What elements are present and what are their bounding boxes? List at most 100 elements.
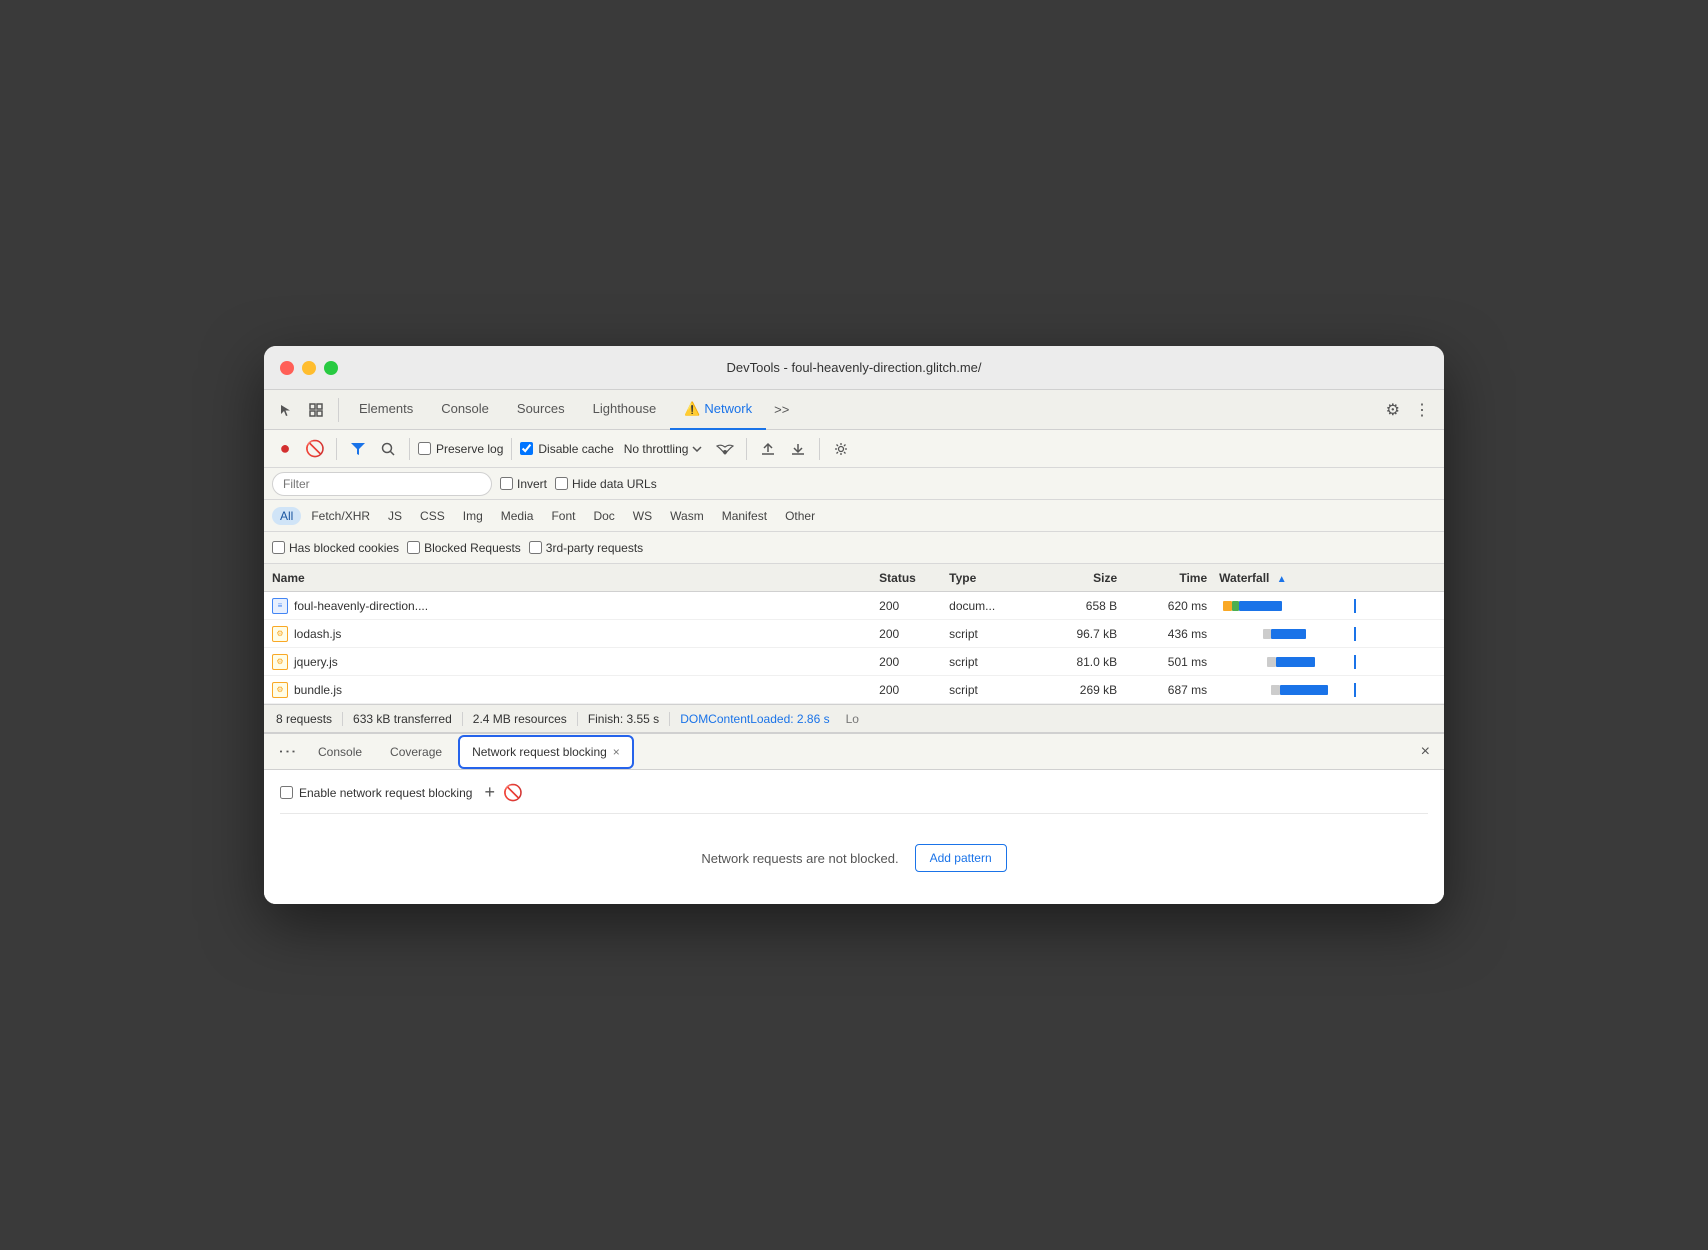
type-img[interactable]: Img <box>455 507 491 525</box>
status-bar: 8 requests 633 kB transferred 2.4 MB res… <box>264 704 1444 732</box>
settings-icon[interactable]: ⚙ <box>1378 400 1408 420</box>
col-header-size[interactable]: Size <box>1039 571 1129 585</box>
hide-data-urls-checkbox[interactable] <box>555 477 568 490</box>
type-wasm[interactable]: Wasm <box>662 507 712 525</box>
col-header-waterfall[interactable]: Waterfall ▲ <box>1219 571 1436 585</box>
preserve-log-label[interactable]: Preserve log <box>418 442 503 456</box>
clear-button[interactable]: 🚫 <box>302 436 328 462</box>
type-ws[interactable]: WS <box>625 507 660 525</box>
third-party-label[interactable]: 3rd-party requests <box>529 541 643 555</box>
table-row[interactable]: ≡ foul-heavenly-direction.... 200 docum.… <box>264 592 1444 620</box>
requests-count: 8 requests <box>272 712 343 726</box>
tab-elements[interactable]: Elements <box>345 390 427 430</box>
inspect-icon[interactable] <box>302 396 330 424</box>
col-header-status[interactable]: Status <box>879 571 949 585</box>
table-row[interactable]: ⚙ lodash.js 200 script 96.7 kB 436 ms <box>264 620 1444 648</box>
enable-blocking-checkbox[interactable] <box>280 786 293 799</box>
wf-bar-download <box>1271 629 1306 639</box>
type-media[interactable]: Media <box>493 507 542 525</box>
network-conditions-icon[interactable] <box>712 436 738 462</box>
add-pattern-button[interactable]: Add pattern <box>915 844 1007 872</box>
waterfall-bars <box>1219 683 1436 697</box>
row-waterfall <box>1219 683 1436 697</box>
invert-label[interactable]: Invert <box>500 477 547 491</box>
hide-data-urls-label[interactable]: Hide data URLs <box>555 477 657 491</box>
col-header-type[interactable]: Type <box>949 571 1039 585</box>
type-fetch-xhr[interactable]: Fetch/XHR <box>303 507 378 525</box>
titlebar: DevTools - foul-heavenly-direction.glitc… <box>264 346 1444 390</box>
invert-checkbox[interactable] <box>500 477 513 490</box>
table-row[interactable]: ⚙ jquery.js 200 script 81.0 kB 501 ms <box>264 648 1444 676</box>
type-all[interactable]: All <box>272 507 301 525</box>
blocking-empty-state: Network requests are not blocked. Add pa… <box>280 824 1428 892</box>
throttle-select[interactable]: No throttling <box>618 440 709 458</box>
dom-content-loaded: DOMContentLoaded: 2.86 s <box>670 712 839 726</box>
devtools-window: DevTools - foul-heavenly-direction.glitc… <box>264 346 1444 904</box>
drawer-tab-close-icon[interactable]: × <box>613 745 620 759</box>
search-button[interactable] <box>375 436 401 462</box>
row-name: ⚙ jquery.js <box>272 654 879 670</box>
tab-network[interactable]: ⚠️ Network <box>670 390 766 430</box>
type-other[interactable]: Other <box>777 507 823 525</box>
drawer-tab-network-blocking[interactable]: Network request blocking × <box>458 735 634 769</box>
network-table-body: ≡ foul-heavenly-direction.... 200 docum.… <box>264 592 1444 704</box>
drawer-three-dots-icon[interactable]: ⋮ <box>277 737 298 767</box>
blocking-add-button[interactable]: + <box>484 782 495 803</box>
type-css[interactable]: CSS <box>412 507 453 525</box>
network-warning-icon: ⚠️ <box>684 401 700 417</box>
drawer-close-button[interactable]: × <box>1415 743 1436 761</box>
row-status: 200 <box>879 627 949 641</box>
tab-console[interactable]: Console <box>427 390 503 430</box>
drawer-tab-console[interactable]: Console <box>306 736 374 770</box>
devtools-tab-bar: Elements Console Sources Lighthouse ⚠️ N… <box>264 390 1444 430</box>
row-name: ⚙ lodash.js <box>272 626 879 642</box>
filter-row: Invert Hide data URLs <box>264 468 1444 500</box>
wf-line <box>1354 599 1356 613</box>
disable-cache-label[interactable]: Disable cache <box>520 442 613 456</box>
tab-sources[interactable]: Sources <box>503 390 579 430</box>
more-tabs-button[interactable]: >> <box>766 402 797 417</box>
drawer-tab-coverage[interactable]: Coverage <box>378 736 454 770</box>
filter-input[interactable] <box>272 472 492 496</box>
table-row[interactable]: ⚙ bundle.js 200 script 269 kB 687 ms <box>264 676 1444 704</box>
blocking-enable-label[interactable]: Enable network request blocking <box>280 786 472 800</box>
row-type: script <box>949 627 1039 641</box>
type-doc[interactable]: Doc <box>585 507 622 525</box>
type-font[interactable]: Font <box>543 507 583 525</box>
maximize-button[interactable] <box>324 361 338 375</box>
download-icon[interactable] <box>785 436 811 462</box>
close-button[interactable] <box>280 361 294 375</box>
row-waterfall <box>1219 627 1436 641</box>
type-js[interactable]: JS <box>380 507 410 525</box>
row-time: 620 ms <box>1129 599 1219 613</box>
row-size: 96.7 kB <box>1039 627 1129 641</box>
tab-lighthouse[interactable]: Lighthouse <box>579 390 671 430</box>
row-type: script <box>949 683 1039 697</box>
has-blocked-checkbox[interactable] <box>272 541 285 554</box>
finish-time: Finish: 3.55 s <box>578 712 670 726</box>
col-header-time[interactable]: Time <box>1129 571 1219 585</box>
has-blocked-label[interactable]: Has blocked cookies <box>272 541 399 555</box>
settings-gear-icon[interactable] <box>828 436 854 462</box>
blocked-requests-label[interactable]: Blocked Requests <box>407 541 521 555</box>
record-button[interactable]: ● <box>272 436 298 462</box>
disable-cache-checkbox[interactable] <box>520 442 533 455</box>
tab-divider <box>338 398 339 422</box>
more-options-icon[interactable]: ⋮ <box>1408 400 1436 420</box>
type-manifest[interactable]: Manifest <box>714 507 775 525</box>
filter-button[interactable] <box>345 436 371 462</box>
minimize-button[interactable] <box>302 361 316 375</box>
cursor-icon[interactable] <box>272 396 300 424</box>
row-size: 269 kB <box>1039 683 1129 697</box>
blocking-block-icon[interactable]: 🚫 <box>503 783 523 803</box>
row-type: script <box>949 655 1039 669</box>
preserve-log-checkbox[interactable] <box>418 442 431 455</box>
row-size: 81.0 kB <box>1039 655 1129 669</box>
drawer-tab-bar: ⋮ Console Coverage Network request block… <box>264 734 1444 770</box>
third-party-checkbox[interactable] <box>529 541 542 554</box>
upload-icon[interactable] <box>755 436 781 462</box>
blocked-requests-checkbox[interactable] <box>407 541 420 554</box>
col-header-name[interactable]: Name <box>272 571 879 585</box>
row-type: docum... <box>949 599 1039 613</box>
row-name: ⚙ bundle.js <box>272 682 879 698</box>
